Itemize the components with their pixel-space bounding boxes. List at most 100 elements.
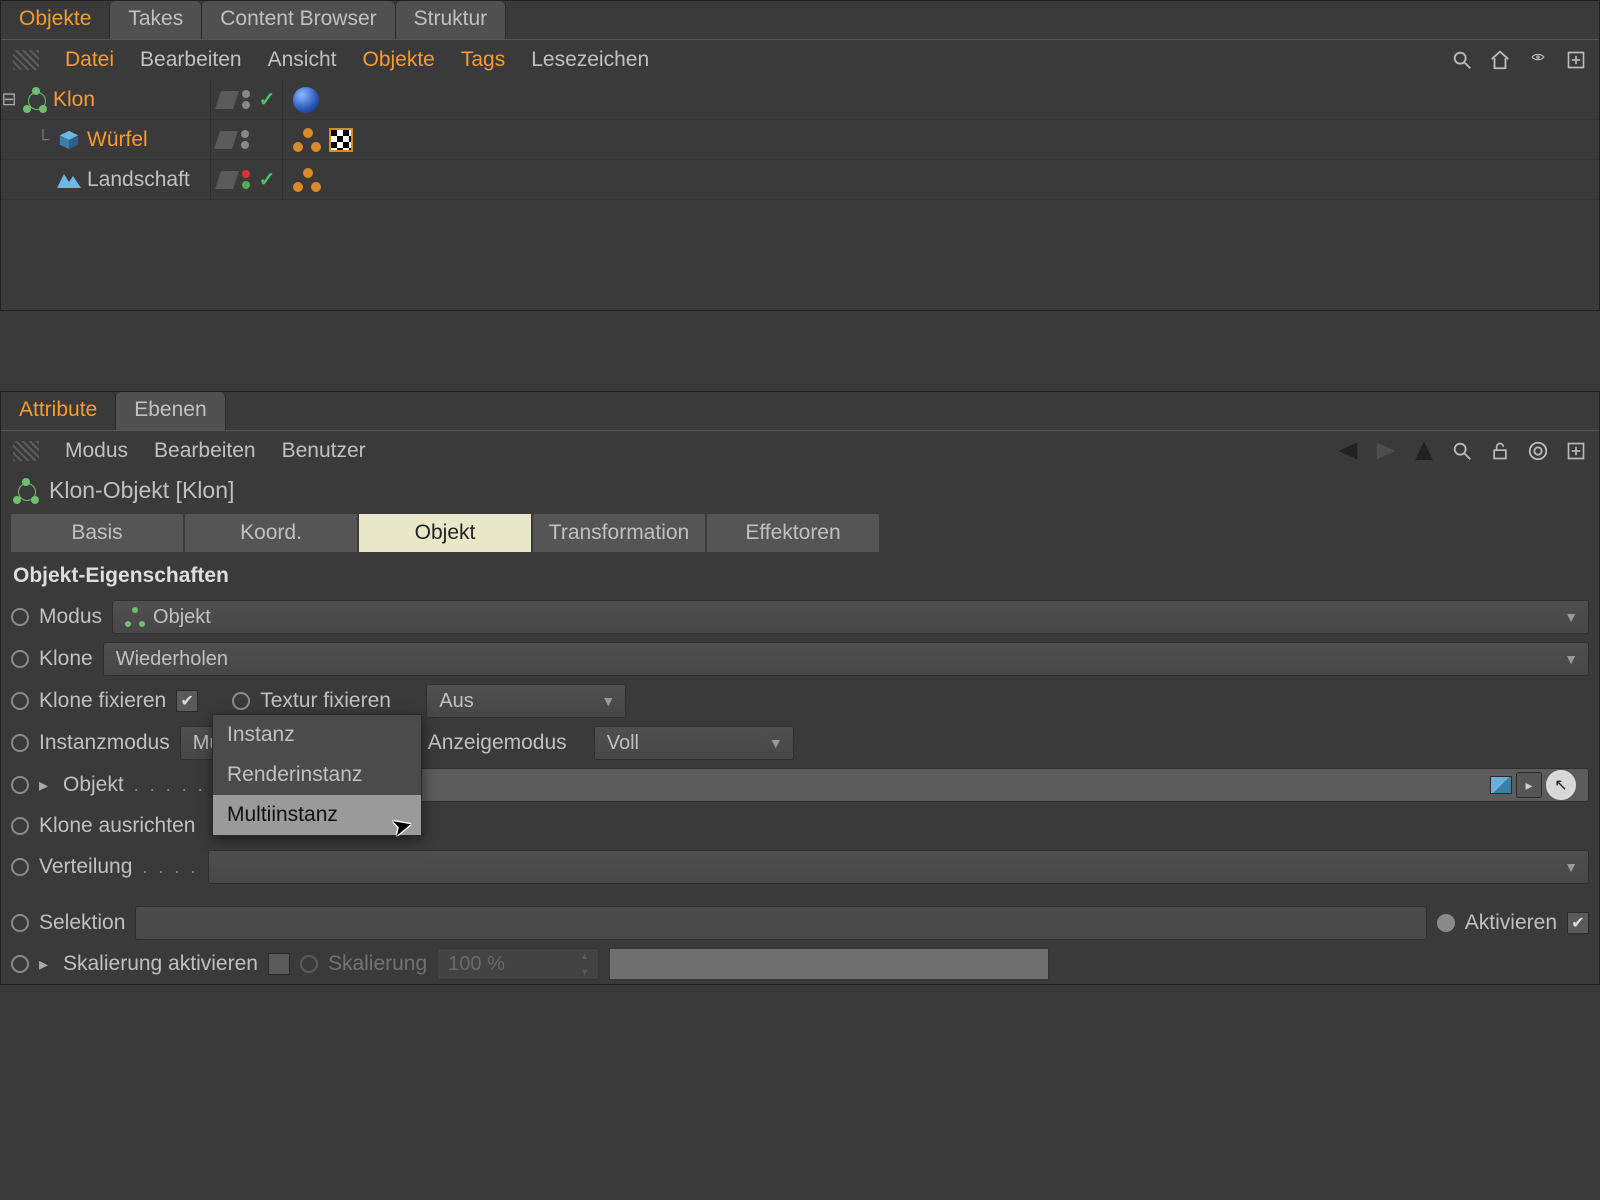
ptab-objekt[interactable]: Objekt (359, 514, 531, 552)
undock-icon[interactable] (1565, 49, 1587, 71)
tree-row-wuerfel[interactable]: └ Würfel (1, 120, 1599, 160)
label-skalierung: Skalierung (328, 952, 427, 976)
cloner-icon (23, 88, 47, 112)
keyframe-dot[interactable] (11, 650, 29, 668)
menu-benutzer[interactable]: Benutzer (282, 439, 366, 463)
layer-color[interactable] (215, 91, 239, 109)
visibility-dots[interactable] (241, 130, 251, 149)
menu-objekte[interactable]: Objekte (362, 48, 434, 72)
dropdown-option-instanz[interactable]: Instanz (213, 715, 421, 755)
keyframe-dot[interactable] (11, 608, 29, 626)
chevron-down-icon: ▼ (1564, 651, 1578, 667)
cloner-mini-icon (125, 607, 145, 627)
chevron-down-icon: ▼ (1564, 609, 1578, 625)
keyframe-dot[interactable] (11, 955, 29, 973)
keyframe-dot[interactable] (232, 692, 250, 710)
field-verteilung[interactable]: ▼ (208, 850, 1589, 884)
label-textur-fixieren: Textur fixieren (260, 689, 416, 713)
layer-color[interactable] (214, 131, 238, 149)
picker-button[interactable]: ↖ (1546, 770, 1576, 800)
ptab-effektoren[interactable]: Effektoren (707, 514, 879, 552)
label-klone: Klone (39, 647, 93, 671)
checkbox-skalierung-aktivieren[interactable] (268, 953, 290, 975)
label-skalierung-aktivieren: Skalierung aktivieren (63, 952, 258, 976)
dotted-fill: . . . . (142, 857, 198, 878)
nav-fwd-icon (1375, 440, 1397, 462)
enable-check-icon[interactable]: ✓ (259, 167, 276, 192)
enable-check-icon[interactable]: ✓ (259, 87, 276, 112)
tab-ebenen[interactable]: Ebenen (116, 392, 225, 430)
mograph-tag-icon[interactable] (293, 168, 321, 192)
object-manager-menubar: Datei Bearbeiten Ansicht Objekte Tags Le… (1, 39, 1599, 80)
tab-content-browser[interactable]: Content Browser (202, 1, 395, 39)
tree-label[interactable]: Landschaft (87, 168, 190, 192)
field-skalierung: 100 % ▲▼ (437, 948, 599, 980)
property-tabs: Basis Koord. Objekt Transformation Effek… (1, 514, 1599, 552)
keyframe-dot[interactable] (11, 692, 29, 710)
keyframe-dot (300, 955, 318, 973)
chevron-down-icon: ▼ (1564, 859, 1578, 875)
tree-label[interactable]: Würfel (87, 128, 148, 152)
menu-modus[interactable]: Modus (65, 439, 128, 463)
material-tag-icon[interactable] (293, 87, 319, 113)
keyframe-dot[interactable] (11, 776, 29, 794)
tree-row-klon[interactable]: ⊟ Klon ✓ (1, 80, 1599, 120)
nav-up-icon[interactable] (1413, 440, 1435, 462)
ptab-transformation[interactable]: Transformation (533, 514, 705, 552)
label-selektion: Selektion (39, 911, 125, 935)
checkbox-aktivieren[interactable]: ✔ (1567, 912, 1589, 934)
home-icon[interactable] (1489, 49, 1511, 71)
mograph-tag-icon[interactable] (293, 128, 321, 152)
tab-takes[interactable]: Takes (110, 1, 202, 39)
disclose-icon[interactable]: ▸ (39, 954, 53, 975)
field-textur-fixieren[interactable]: Aus ▼ (426, 684, 626, 718)
instanzmodus-dropdown[interactable]: Instanz Renderinstanz Multiinstanz (212, 714, 422, 836)
field-selektion[interactable] (135, 906, 1426, 940)
cube-icon (57, 128, 81, 152)
link-expand-button[interactable]: ▸ (1516, 772, 1542, 798)
field-modus[interactable]: Objekt ▼ (112, 600, 1589, 634)
keyframe-dot[interactable] (1437, 914, 1455, 932)
tree-row-landschaft[interactable]: Landschaft ✓ (1, 160, 1599, 200)
expander-icon[interactable]: ⊟ (1, 89, 17, 110)
new-tab-icon[interactable] (1565, 440, 1587, 462)
tab-struktur[interactable]: Struktur (396, 1, 507, 39)
disclose-icon[interactable]: ▸ (39, 775, 53, 796)
menu-bearbeiten[interactable]: Bearbeiten (154, 439, 256, 463)
field-modus-value: Objekt (153, 606, 211, 629)
layer-color[interactable] (215, 171, 239, 189)
keyframe-dot[interactable] (11, 858, 29, 876)
attribute-manager-menubar: Modus Bearbeiten Benutzer (1, 430, 1599, 471)
keyframe-dot[interactable] (11, 734, 29, 752)
menu-bearbeiten[interactable]: Bearbeiten (140, 48, 242, 72)
ptab-koord[interactable]: Koord. (185, 514, 357, 552)
search-icon[interactable] (1451, 49, 1473, 71)
ptab-basis[interactable]: Basis (11, 514, 183, 552)
menu-datei[interactable]: Datei (65, 48, 114, 72)
nav-back-icon[interactable] (1337, 440, 1359, 462)
keyframe-dot[interactable] (11, 817, 29, 835)
field-klone[interactable]: Wiederholen ▼ (103, 642, 1589, 676)
dropdown-option-multiinstanz[interactable]: Multiinstanz (213, 795, 421, 835)
uv-tag-icon[interactable] (329, 128, 353, 152)
tab-objekte[interactable]: Objekte (1, 1, 110, 39)
visibility-dots[interactable] (242, 170, 252, 189)
lock-icon[interactable] (1489, 440, 1511, 462)
attribute-manager-tabbar: Attribute Ebenen (1, 392, 1599, 430)
visibility-dots[interactable] (242, 90, 252, 109)
eye-icon[interactable] (1527, 49, 1549, 71)
spinner-icon: ▲▼ (580, 951, 594, 977)
label-verteilung: Verteilung (39, 855, 132, 879)
tab-attribute[interactable]: Attribute (1, 392, 116, 430)
field-anzeigemodus[interactable]: Voll ▼ (594, 726, 794, 760)
target-icon[interactable] (1527, 440, 1549, 462)
menu-tags[interactable]: Tags (461, 48, 505, 72)
keyframe-dot[interactable] (11, 914, 29, 932)
search-icon[interactable] (1451, 440, 1473, 462)
landscape-mini-icon (1490, 776, 1512, 794)
dropdown-option-renderinstanz[interactable]: Renderinstanz (213, 755, 421, 795)
checkbox-klone-fixieren[interactable]: ✔ (176, 690, 198, 712)
menu-ansicht[interactable]: Ansicht (268, 48, 337, 72)
menu-lesezeichen[interactable]: Lesezeichen (531, 48, 649, 72)
tree-label[interactable]: Klon (53, 88, 95, 112)
